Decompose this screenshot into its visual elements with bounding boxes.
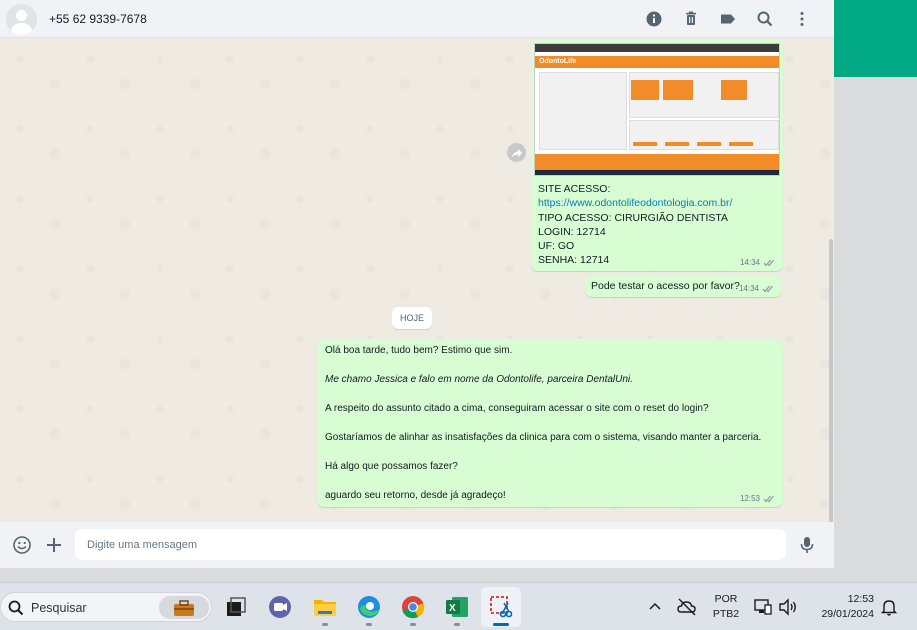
forward-icon[interactable] <box>507 143 526 162</box>
double-check-icon <box>762 285 773 292</box>
task-view-icon[interactable] <box>223 594 249 620</box>
date-divider: HOJE <box>392 307 432 329</box>
message-input[interactable] <box>75 529 786 560</box>
keyboard-layout: PTB2 <box>712 608 740 620</box>
message-time: 12:53 <box>740 494 775 503</box>
message-text: Pode testar o acesso por favor? <box>591 280 740 292</box>
chevron-up-icon[interactable] <box>645 597 665 617</box>
message-paragraph: Olá boa tarde, tudo bem? Estimo que sim. <box>325 345 513 356</box>
search-icon <box>7 599 25 617</box>
message-time: 14:34 <box>739 284 774 293</box>
screenshot-image[interactable]: OdontoLife <box>534 43 780 176</box>
message-image-info[interactable]: OdontoLife SITE ACESSO: https://www.odon… <box>531 40 783 271</box>
volume-icon[interactable] <box>777 596 799 618</box>
taskbar-search-label: Pesquisar <box>31 601 87 615</box>
emoji-icon[interactable] <box>12 535 32 555</box>
info-icon[interactable] <box>644 9 664 29</box>
message-paragraph: Me chamo Jessica e falo em nome da Odont… <box>325 374 633 385</box>
clock-time: 12:53 <box>847 593 874 605</box>
system-clock[interactable]: 12:53 29/01/2024 <box>808 592 874 622</box>
svg-text:X: X <box>449 603 456 614</box>
snipping-tool-icon[interactable] <box>488 594 514 620</box>
chrome-icon[interactable] <box>400 594 426 620</box>
info-line: TIPO ACESSO: CIRURGIÃO DENTISTA <box>538 211 728 224</box>
label-icon[interactable] <box>718 9 738 29</box>
notification-bell-icon[interactable] <box>880 597 898 617</box>
avatar[interactable] <box>6 4 37 35</box>
access-details: SITE ACESSO: https://www.odontolifeodont… <box>534 182 780 268</box>
background-panel <box>834 77 917 582</box>
cloud-offline-icon[interactable] <box>676 596 698 618</box>
message-test-request[interactable]: Pode testar o acesso por favor? 14:34 <box>585 275 782 297</box>
info-line: UF: GO <box>538 240 575 253</box>
contact-name[interactable]: +55 62 9339-7678 <box>49 12 147 26</box>
odontolife-logo: OdontoLife <box>539 58 577 65</box>
info-line: SITE ACESSO: <box>538 183 611 195</box>
teams-meet-icon[interactable] <box>267 594 293 620</box>
chat-scrollbar[interactable] <box>829 239 833 522</box>
clock-date: 29/01/2024 <box>821 608 874 620</box>
chat-header[interactable]: +55 62 9339-7678 <box>0 0 834 38</box>
plus-icon[interactable] <box>45 535 63 555</box>
double-check-icon <box>763 495 774 502</box>
message-paragraph: A respeito do assunto citado a cima, con… <box>325 403 709 414</box>
message-paragraph: Gostaríamos de alinhar as insatisfações … <box>325 432 762 443</box>
excel-icon[interactable]: X <box>444 594 470 620</box>
info-line: LOGIN: 12714 <box>538 225 606 238</box>
message-reply[interactable]: Olá boa tarde, tudo bem? Estimo que sim.… <box>317 339 783 507</box>
network-icon[interactable] <box>753 596 773 618</box>
language-indicator[interactable]: POR PTB2 <box>710 583 742 630</box>
language-code: POR <box>714 593 738 605</box>
composer <box>0 522 834 568</box>
message-paragraph: Há algo que possamos fazer? <box>325 461 458 472</box>
message-time: 14:34 <box>740 258 775 267</box>
trash-icon[interactable] <box>681 9 701 29</box>
edge-icon[interactable] <box>356 594 382 620</box>
taskbar-search[interactable]: Pesquisar <box>0 592 212 622</box>
more-vert-icon[interactable] <box>792 9 812 29</box>
search-icon[interactable] <box>755 9 775 29</box>
chat-area[interactable]: OdontoLife SITE ACESSO: https://www.odon… <box>0 39 834 522</box>
double-check-icon <box>763 259 774 266</box>
briefcase-icon[interactable] <box>159 596 209 619</box>
mic-icon[interactable] <box>799 535 815 555</box>
message-paragraph: aguardo seu retorno, desde já agradeço! <box>325 490 506 501</box>
file-explorer-icon[interactable] <box>312 594 338 620</box>
whatsapp-window: +55 62 9339-7678 OdontoLife SITE ACESSO:… <box>0 0 834 568</box>
taskbar: Pesquisar X POR PTB2 12:53 29/01/2024 <box>0 582 917 630</box>
background-green-band <box>834 0 917 77</box>
site-link[interactable]: https://www.odontolifeodontologia.com.br… <box>538 197 732 209</box>
